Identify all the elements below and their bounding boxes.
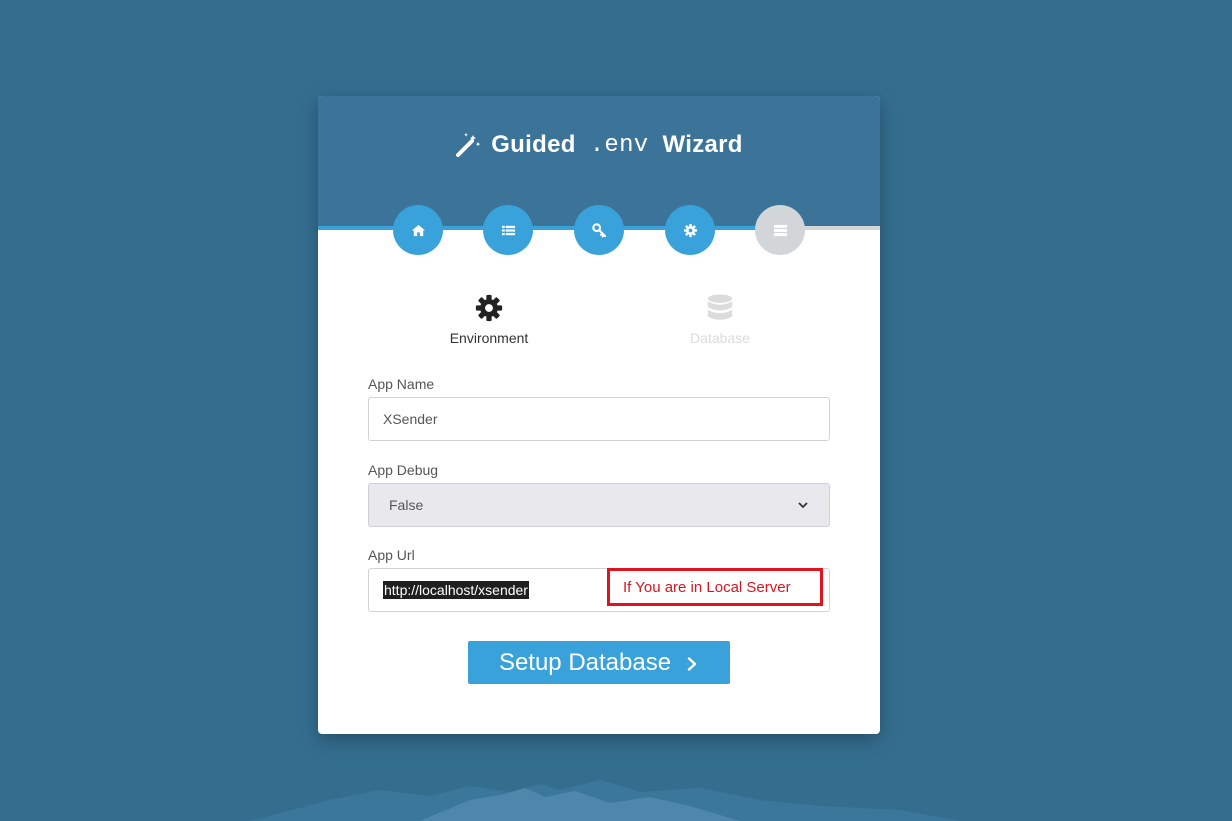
app-name-value: XSender (383, 411, 438, 427)
tab-environment[interactable]: Environment (409, 292, 569, 346)
app-debug-select[interactable]: False (368, 483, 830, 527)
step-database[interactable] (755, 205, 805, 255)
step-home[interactable] (393, 205, 443, 255)
local-server-annotation: If You are in Local Server (607, 568, 823, 606)
key-icon (591, 222, 606, 237)
server-icon (773, 224, 787, 236)
wizard-card: Guided .env Wizard Environment Database … (318, 96, 880, 734)
tab-environment-label: Environment (449, 330, 529, 346)
setup-database-label: Setup Database (498, 648, 672, 676)
annotation-text: If You are in Local Server (623, 578, 791, 596)
step-environment[interactable] (665, 205, 715, 255)
chevron-down-icon (798, 502, 808, 509)
home-icon (411, 224, 425, 236)
title-suffix: Wizard (662, 131, 743, 158)
app-debug-label: App Debug (368, 462, 439, 478)
database-icon (707, 294, 733, 320)
step-requirements[interactable] (483, 205, 533, 255)
app-url-value: http://localhost/xsender (383, 581, 529, 599)
app-debug-value: False (389, 497, 424, 513)
gear-icon (475, 294, 503, 322)
tab-database-label: Database (690, 330, 750, 346)
app-name-label: App Name (368, 376, 435, 392)
app-url-label: App Url (368, 547, 415, 563)
list-icon (501, 225, 515, 235)
page-title: Guided .env Wizard (318, 131, 880, 159)
chevron-right-icon (687, 656, 697, 671)
step-permissions[interactable] (574, 205, 624, 255)
magic-wand-icon (456, 133, 481, 157)
tab-database[interactable]: Database (640, 292, 800, 346)
step-indicators (318, 205, 880, 255)
section-tabs: Environment Database (318, 292, 880, 352)
gear-icon (683, 223, 697, 237)
title-prefix: Guided (491, 131, 576, 158)
app-name-input[interactable]: XSender (368, 397, 830, 441)
title-mono: .env (589, 131, 649, 159)
setup-database-button[interactable]: Setup Database (468, 641, 730, 684)
